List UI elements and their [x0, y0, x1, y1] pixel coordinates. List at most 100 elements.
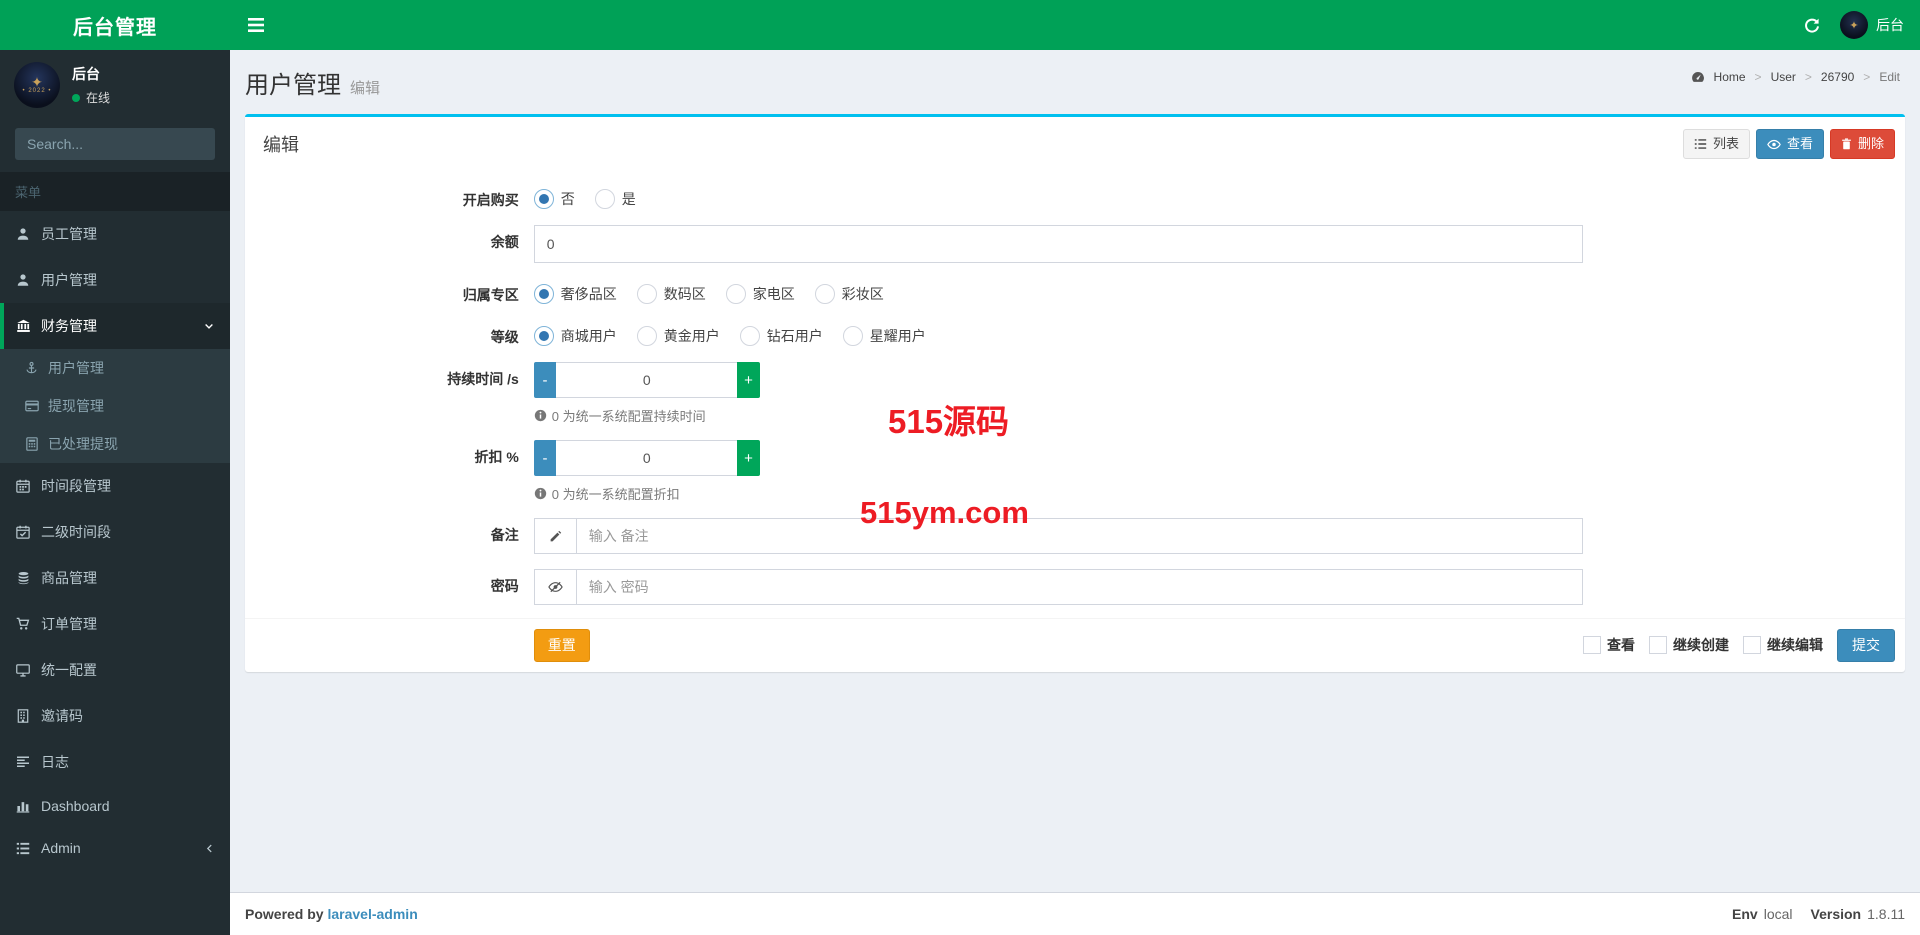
refresh-icon — [1805, 18, 1819, 33]
finance-submenu: 用户管理 提现管理 已处理提现 — [0, 349, 230, 463]
list-icon — [1694, 139, 1707, 149]
laravel-admin-link[interactable]: laravel-admin — [327, 906, 417, 922]
radio-zone-appliance[interactable]: 家电区 — [725, 283, 795, 304]
trash-icon — [1842, 138, 1851, 150]
sidebar-item-finance-management[interactable]: 财务管理 — [0, 303, 230, 349]
refresh-button[interactable] — [1790, 0, 1834, 50]
discount-input[interactable] — [556, 440, 738, 476]
topbar-user-menu[interactable]: ✦ 后台 — [1834, 0, 1920, 50]
powered-by: Powered by laravel-admin — [245, 906, 418, 922]
checkbox-box — [1649, 636, 1667, 655]
tasks-icon — [16, 842, 30, 854]
grid-icon — [25, 437, 38, 451]
radio-circle — [725, 283, 746, 304]
sidebar-item-user-management[interactable]: 用户管理 — [0, 257, 230, 303]
content-header: 用户管理 编辑 Home > User > 26790 > Edit — [230, 50, 1920, 100]
radio-zone-beauty[interactable]: 彩妆区 — [814, 283, 884, 304]
sidebar-item-order-management[interactable]: 订单管理 — [0, 601, 230, 647]
discount-plus-button[interactable]: + — [737, 440, 760, 476]
topbar-user-name: 后台 — [1876, 17, 1904, 33]
radio-zone-digital[interactable]: 数码区 — [636, 283, 706, 304]
discount-help: 0 为统一系统配置折扣 — [534, 484, 1584, 503]
password-addon — [533, 569, 576, 605]
edit-form: 开启购买 否 是 余额 归 — [245, 171, 1905, 618]
submenu-item-withdrawal-management[interactable]: 提现管理 — [0, 387, 230, 425]
sidebar-item-admin[interactable]: Admin — [0, 827, 230, 869]
radio-circle — [739, 325, 760, 346]
view-button[interactable]: 查看 — [1755, 129, 1824, 159]
breadcrumb-home[interactable]: Home — [1714, 70, 1746, 84]
page-subtitle: 编辑 — [350, 80, 381, 97]
radio-circle — [636, 325, 657, 346]
breadcrumb: Home > User > 26790 > Edit — [1691, 70, 1900, 84]
duration-input[interactable] — [556, 362, 738, 398]
submenu-item-processed-withdrawals[interactable]: 已处理提现 — [0, 425, 230, 463]
duration-plus-button[interactable]: + — [737, 362, 760, 398]
sidebar-item-unified-config[interactable]: 统一配置 — [0, 647, 230, 693]
calendar-icon — [16, 479, 30, 493]
sidebar-item-dashboard[interactable]: Dashboard — [0, 785, 230, 827]
sidebar-item-secondary-timeslot[interactable]: 二级时间段 — [0, 509, 230, 555]
card-footer: 重置 查看 继续创建 继续编辑 提交 — [245, 618, 1905, 672]
menu-section-label: 菜单 — [0, 172, 230, 211]
radio-level-gold[interactable]: 黄金用户 — [636, 325, 720, 346]
remark-addon — [533, 518, 576, 554]
discount-minus-button[interactable]: - — [533, 440, 557, 476]
delete-button[interactable]: 删除 — [1829, 129, 1895, 159]
radio-purchase-yes[interactable]: 是 — [594, 188, 636, 209]
radio-level-star[interactable]: 星耀用户 — [842, 325, 926, 346]
desktop-icon — [16, 663, 30, 677]
list-button[interactable]: 列表 — [1682, 129, 1750, 159]
sidebar-item-logs[interactable]: 日志 — [0, 739, 230, 785]
duration-stepper: - + — [533, 362, 760, 398]
radio-circle — [594, 188, 615, 209]
info-icon — [534, 409, 546, 422]
discount-stepper: - + — [533, 440, 760, 476]
continue-creating-checkbox[interactable]: 继续创建 — [1649, 635, 1729, 655]
sidebar: ✦ • 2022 • 后台 在线 菜单 员工管理 用户管理 财务管理 — [0, 50, 230, 935]
radio-level-diamond[interactable]: 钻石用户 — [739, 325, 823, 346]
duration-minus-button[interactable]: - — [533, 362, 557, 398]
sidebar-item-invite-code[interactable]: 邀请码 — [0, 693, 230, 739]
version-value: 1.8.11 — [1867, 906, 1905, 922]
radio-zone-luxury[interactable]: 奢侈品区 — [533, 283, 617, 304]
radio-circle — [814, 283, 835, 304]
sidebar-toggle-button[interactable] — [230, 0, 282, 50]
form-row-zone: 归属专区 奢侈品区 数码区 家电区 彩妆区 — [462, 283, 884, 304]
sidebar-user-status[interactable]: 在线 — [72, 89, 110, 106]
remark-input[interactable] — [575, 518, 1584, 554]
breadcrumb-user[interactable]: User — [1771, 70, 1796, 84]
radio-level-mall[interactable]: 商城用户 — [533, 325, 617, 346]
radio-purchase-no[interactable]: 否 — [533, 188, 575, 209]
app-logo[interactable]: 后台管理 — [0, 0, 230, 50]
sidebar-search — [15, 128, 215, 160]
balance-input[interactable] — [533, 225, 1584, 263]
radio-circle — [533, 188, 554, 209]
online-status-dot — [72, 93, 80, 102]
main-header: 后台管理 ✦ 后台 — [0, 0, 1920, 50]
sidebar-item-staff-management[interactable]: 员工管理 — [0, 211, 230, 257]
sidebar-item-product-management[interactable]: 商品管理 — [0, 555, 230, 601]
search-input[interactable] — [15, 128, 215, 160]
reset-button[interactable]: 重置 — [533, 629, 590, 662]
password-input[interactable] — [575, 569, 1584, 605]
breadcrumb-current: Edit — [1879, 70, 1900, 84]
sidebar-item-timeslot-management[interactable]: 时间段管理 — [0, 463, 230, 509]
checkbox-box — [1583, 636, 1601, 655]
breadcrumb-id[interactable]: 26790 — [1821, 70, 1854, 84]
avatar-emblem: ✦ — [31, 74, 43, 90]
submit-button[interactable]: 提交 — [1837, 629, 1895, 662]
radio-circle — [636, 283, 657, 304]
radio-circle — [533, 325, 554, 346]
submenu-item-user-management[interactable]: 用户管理 — [0, 349, 230, 387]
info-icon — [534, 487, 546, 500]
calendar-check-icon — [16, 525, 30, 539]
bank-icon — [16, 319, 30, 332]
main-footer: Powered by laravel-admin Env local Versi… — [230, 892, 1920, 935]
view-checkbox[interactable]: 查看 — [1583, 635, 1635, 655]
sidebar-user-name: 后台 — [72, 66, 100, 82]
continue-editing-checkbox[interactable]: 继续编辑 — [1743, 635, 1823, 655]
database-icon — [18, 571, 28, 585]
chart-icon — [16, 802, 30, 813]
staff-icon — [17, 228, 29, 240]
